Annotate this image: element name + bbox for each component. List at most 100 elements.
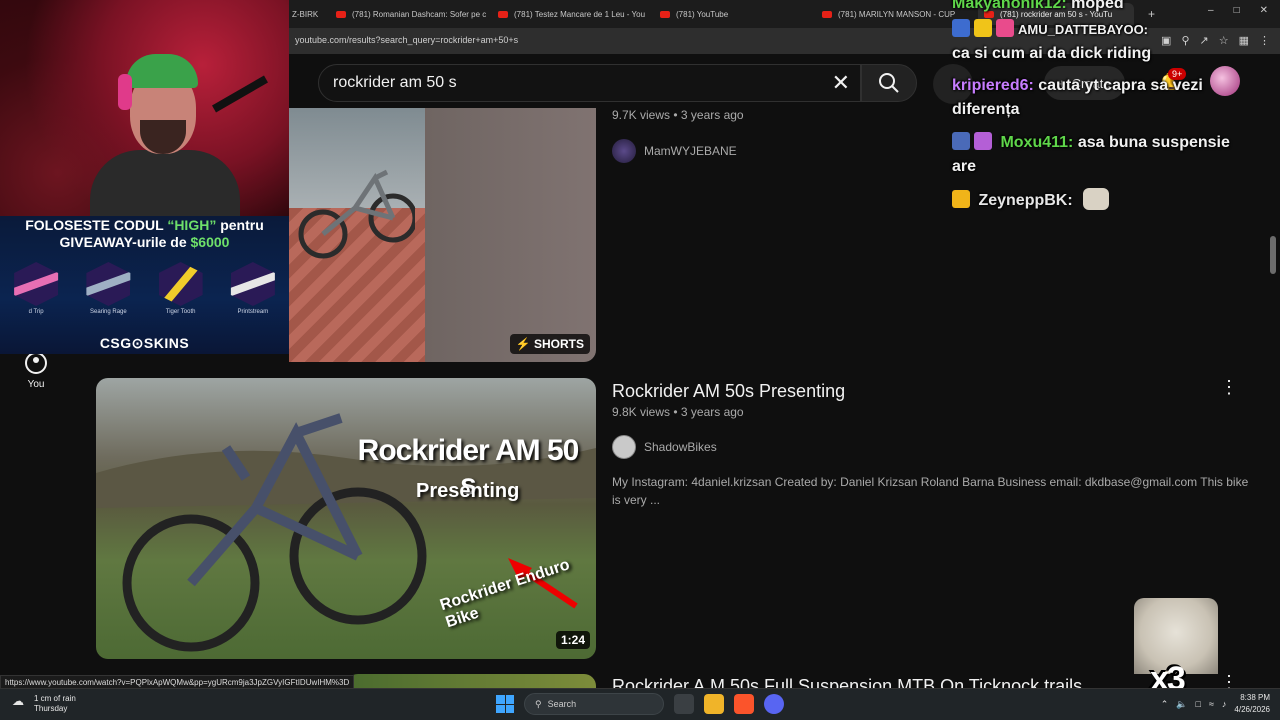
promo-line-2: GIVEAWAY-urile de $6000 bbox=[0, 234, 289, 250]
channel-avatar[interactable] bbox=[612, 139, 636, 163]
youtube-favicon-icon bbox=[660, 10, 670, 18]
browser-menu-icon[interactable]: ⋮ bbox=[1259, 34, 1270, 47]
clear-search-icon[interactable]: ✕ bbox=[832, 71, 850, 95]
skin-label: Searing Rage bbox=[90, 309, 127, 315]
webcam-overlay bbox=[0, 0, 289, 216]
skin-label: d Trip bbox=[28, 309, 44, 315]
emote-row: AMU_DATTEBAYOO: bbox=[952, 18, 1252, 40]
skin-item: Tiger Tooth bbox=[152, 262, 210, 320]
thumbnail-subtitle: Presenting bbox=[416, 480, 520, 502]
promo-text: pentru bbox=[216, 217, 264, 233]
video-thumbnail[interactable]: ⚡ SHORTS bbox=[289, 108, 596, 362]
promo-text: GIVEAWAY-urile de bbox=[59, 234, 191, 250]
skin-item: Printstream bbox=[224, 262, 282, 320]
tab-label: (781) Testez Mancare de 1 Leu - You bbox=[514, 9, 646, 19]
promo-line-1: FOLOSESTE CODUL “HIGH” pentru bbox=[0, 217, 289, 233]
taskbar-search[interactable]: ⚲ Search bbox=[524, 693, 664, 715]
search-box: ✕ bbox=[318, 64, 861, 102]
channel-name[interactable]: ShadowBikes bbox=[644, 440, 717, 454]
bike-image bbox=[298, 169, 415, 259]
chat-text: ca si cum ai da dick riding bbox=[952, 45, 1152, 62]
speaker-icon[interactable]: 🔈 bbox=[1176, 699, 1187, 710]
chat-message: ZeyneppBK: bbox=[952, 188, 1252, 213]
tab-label: (781) YouTube bbox=[676, 9, 729, 19]
rifle-icon bbox=[230, 270, 275, 298]
taskbar-clock[interactable]: 8:38 PM 4/26/2026 bbox=[1234, 692, 1270, 716]
weather-line: 1 cm of rain bbox=[34, 694, 76, 703]
account-circle-icon bbox=[25, 352, 47, 374]
headphones bbox=[118, 74, 132, 110]
emote-text: AMU_DATTEBAYOO: bbox=[1018, 22, 1149, 37]
close-window-icon[interactable]: ✕ bbox=[1260, 5, 1268, 16]
guide-item-label: You bbox=[27, 379, 45, 390]
weather-widget[interactable]: ☁ 1 cm of rain Thursday bbox=[12, 694, 76, 714]
address-url[interactable]: youtube.com/results?search_query=rockrid… bbox=[295, 35, 518, 45]
browser-tab[interactable]: (781) Romanian Dashcam: Sofer pe c bbox=[330, 3, 486, 25]
volume-icon[interactable]: ♪ bbox=[1222, 699, 1227, 709]
chat-username: Moxu411: bbox=[1000, 134, 1074, 151]
rifle-icon bbox=[14, 270, 59, 298]
channel-link[interactable]: ShadowBikes bbox=[612, 435, 717, 459]
rain-cloud-icon: ☁ bbox=[12, 694, 24, 708]
skin-showcase: d Trip Searing Rage Tiger Tooth Printstr… bbox=[0, 262, 289, 320]
guide-item-you[interactable]: You bbox=[16, 352, 56, 390]
youtube-favicon-icon bbox=[822, 10, 832, 18]
youtube-favicon-icon bbox=[498, 10, 508, 18]
brave-browser-icon[interactable] bbox=[734, 694, 754, 714]
video-duration: 1:24 bbox=[555, 631, 590, 649]
more-actions-icon[interactable]: ⋮ bbox=[1220, 378, 1238, 396]
windows-start-icon[interactable] bbox=[496, 695, 514, 713]
file-explorer-icon[interactable] bbox=[704, 694, 724, 714]
windows-taskbar: ☁ 1 cm of rain Thursday ⚲ Search ⌃ 🔈 □ ≈… bbox=[0, 688, 1280, 720]
channel-name[interactable]: MamWYJEBANE bbox=[644, 144, 737, 158]
discord-icon[interactable] bbox=[764, 694, 784, 714]
video-description: My Instagram: 4daniel.krizsan Created by… bbox=[612, 475, 1249, 507]
network-icon[interactable]: ≈ bbox=[1209, 699, 1214, 709]
weather-day: Thursday bbox=[34, 704, 68, 713]
shorts-badge: ⚡ SHORTS bbox=[509, 334, 590, 354]
chat-message: Moxu411: asa buna suspensie are bbox=[952, 131, 1252, 179]
promo-amount: $6000 bbox=[190, 234, 230, 250]
sponsor-banner: FOLOSESTE CODUL “HIGH” pentru GIVEAWAY-u… bbox=[0, 216, 289, 354]
chat-message: ca si cum ai da dick riding bbox=[952, 42, 1252, 66]
chat-username: Makyanonik12: bbox=[952, 0, 1067, 12]
tab-label: (781) Romanian Dashcam: Sofer pe c bbox=[352, 9, 486, 19]
channel-avatar[interactable] bbox=[612, 435, 636, 459]
browser-tab[interactable]: Z-BIRK bbox=[286, 3, 326, 25]
tray-overflow-icon[interactable]: ⌃ bbox=[1161, 699, 1169, 710]
youtube-favicon-icon bbox=[336, 10, 346, 18]
page-scrollbar[interactable] bbox=[1270, 236, 1276, 274]
browser-tab[interactable]: (781) MARILYN MANSON - CUP bbox=[816, 3, 972, 25]
cat-emote-icon bbox=[1083, 188, 1110, 210]
knife-icon bbox=[159, 262, 202, 306]
video-meta: 9.7K views • 3 years ago bbox=[612, 108, 744, 122]
sponsor-logo: CSG⊙SKINS bbox=[99, 335, 190, 351]
skin-item: Searing Rage bbox=[79, 262, 137, 320]
emote-icon bbox=[974, 19, 992, 37]
system-tray: ⌃ 🔈 □ ≈ ♪ 8:38 PM 4/26/2026 bbox=[1161, 692, 1270, 716]
search-button[interactable] bbox=[861, 64, 917, 102]
chat-message: Makyanonik12: moped bbox=[952, 0, 1252, 16]
emote-icon bbox=[996, 19, 1014, 37]
video-thumbnail[interactable]: Rockrider AM 50 s Presenting Rockrider E… bbox=[96, 378, 596, 659]
chat-message: kripiered6: cauta yt capra sa vezi difer… bbox=[952, 74, 1252, 122]
skin-label: Printstream bbox=[237, 309, 269, 315]
video-title[interactable]: Rockrider AM 50s Presenting bbox=[612, 381, 845, 402]
streamer-body bbox=[90, 150, 240, 216]
display-icon[interactable]: □ bbox=[1196, 699, 1201, 709]
sub-badge-icon bbox=[952, 132, 970, 150]
bike-image bbox=[96, 413, 596, 652]
browser-tab[interactable]: (781) Testez Mancare de 1 Leu - You bbox=[492, 3, 648, 25]
more-actions-icon[interactable]: ⋮ bbox=[1220, 674, 1232, 688]
clock-date: 4/26/2026 bbox=[1234, 705, 1270, 714]
task-view-icon[interactable] bbox=[674, 694, 694, 714]
skin-item: d Trip bbox=[7, 262, 65, 320]
gift-badge-icon bbox=[974, 132, 992, 150]
browser-tab[interactable]: (781) YouTube bbox=[654, 3, 810, 25]
sub-badge-icon bbox=[952, 19, 970, 37]
search-input[interactable] bbox=[333, 65, 813, 101]
channel-link[interactable]: MamWYJEBANE bbox=[612, 139, 737, 163]
chat-text: moped bbox=[1071, 0, 1124, 12]
tab-label: (781) MARILYN MANSON - CUP bbox=[838, 9, 956, 19]
video-meta: 9.8K views • 3 years ago bbox=[612, 405, 744, 419]
